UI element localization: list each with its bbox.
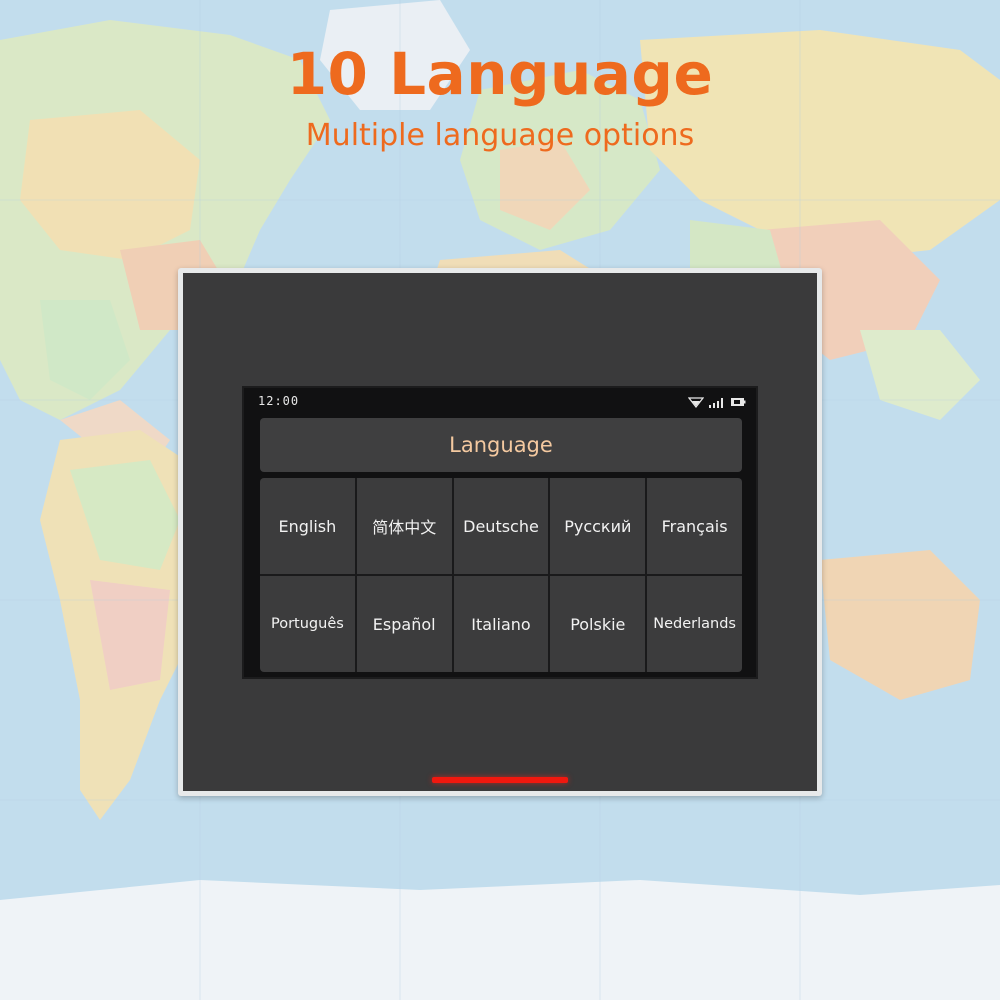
language-option-french[interactable]: Français [647,478,742,574]
status-icons [684,396,746,408]
status-clock: 12:00 [258,394,300,408]
device-screen: 12:00 Language English 简体中文 Deutsche Рус… [242,386,758,679]
headline-title: 10 Language [286,40,714,108]
language-option-portuguese[interactable]: Português [260,576,355,672]
status-bar: 12:00 [244,388,756,414]
language-option-polish[interactable]: Polskie [550,576,646,672]
language-option-german[interactable]: Deutsche [453,478,549,574]
language-option-dutch[interactable]: Nederlands [647,576,742,672]
language-option-russian[interactable]: Русский [550,478,646,574]
language-option-chinese[interactable]: 简体中文 [356,478,452,574]
screen-title: Language [260,418,742,472]
language-option-english[interactable]: English [260,478,355,574]
language-option-italian[interactable]: Italiano [453,576,549,672]
wifi-icon [688,397,704,408]
language-option-spanish[interactable]: Español [356,576,452,672]
headline-subtitle: Multiple language options [305,118,695,153]
battery-icon [731,398,746,406]
signal-icon [709,398,723,408]
indicator-light-bar [432,777,568,783]
language-grid: English 简体中文 Deutsche Русский Français P… [260,478,742,672]
